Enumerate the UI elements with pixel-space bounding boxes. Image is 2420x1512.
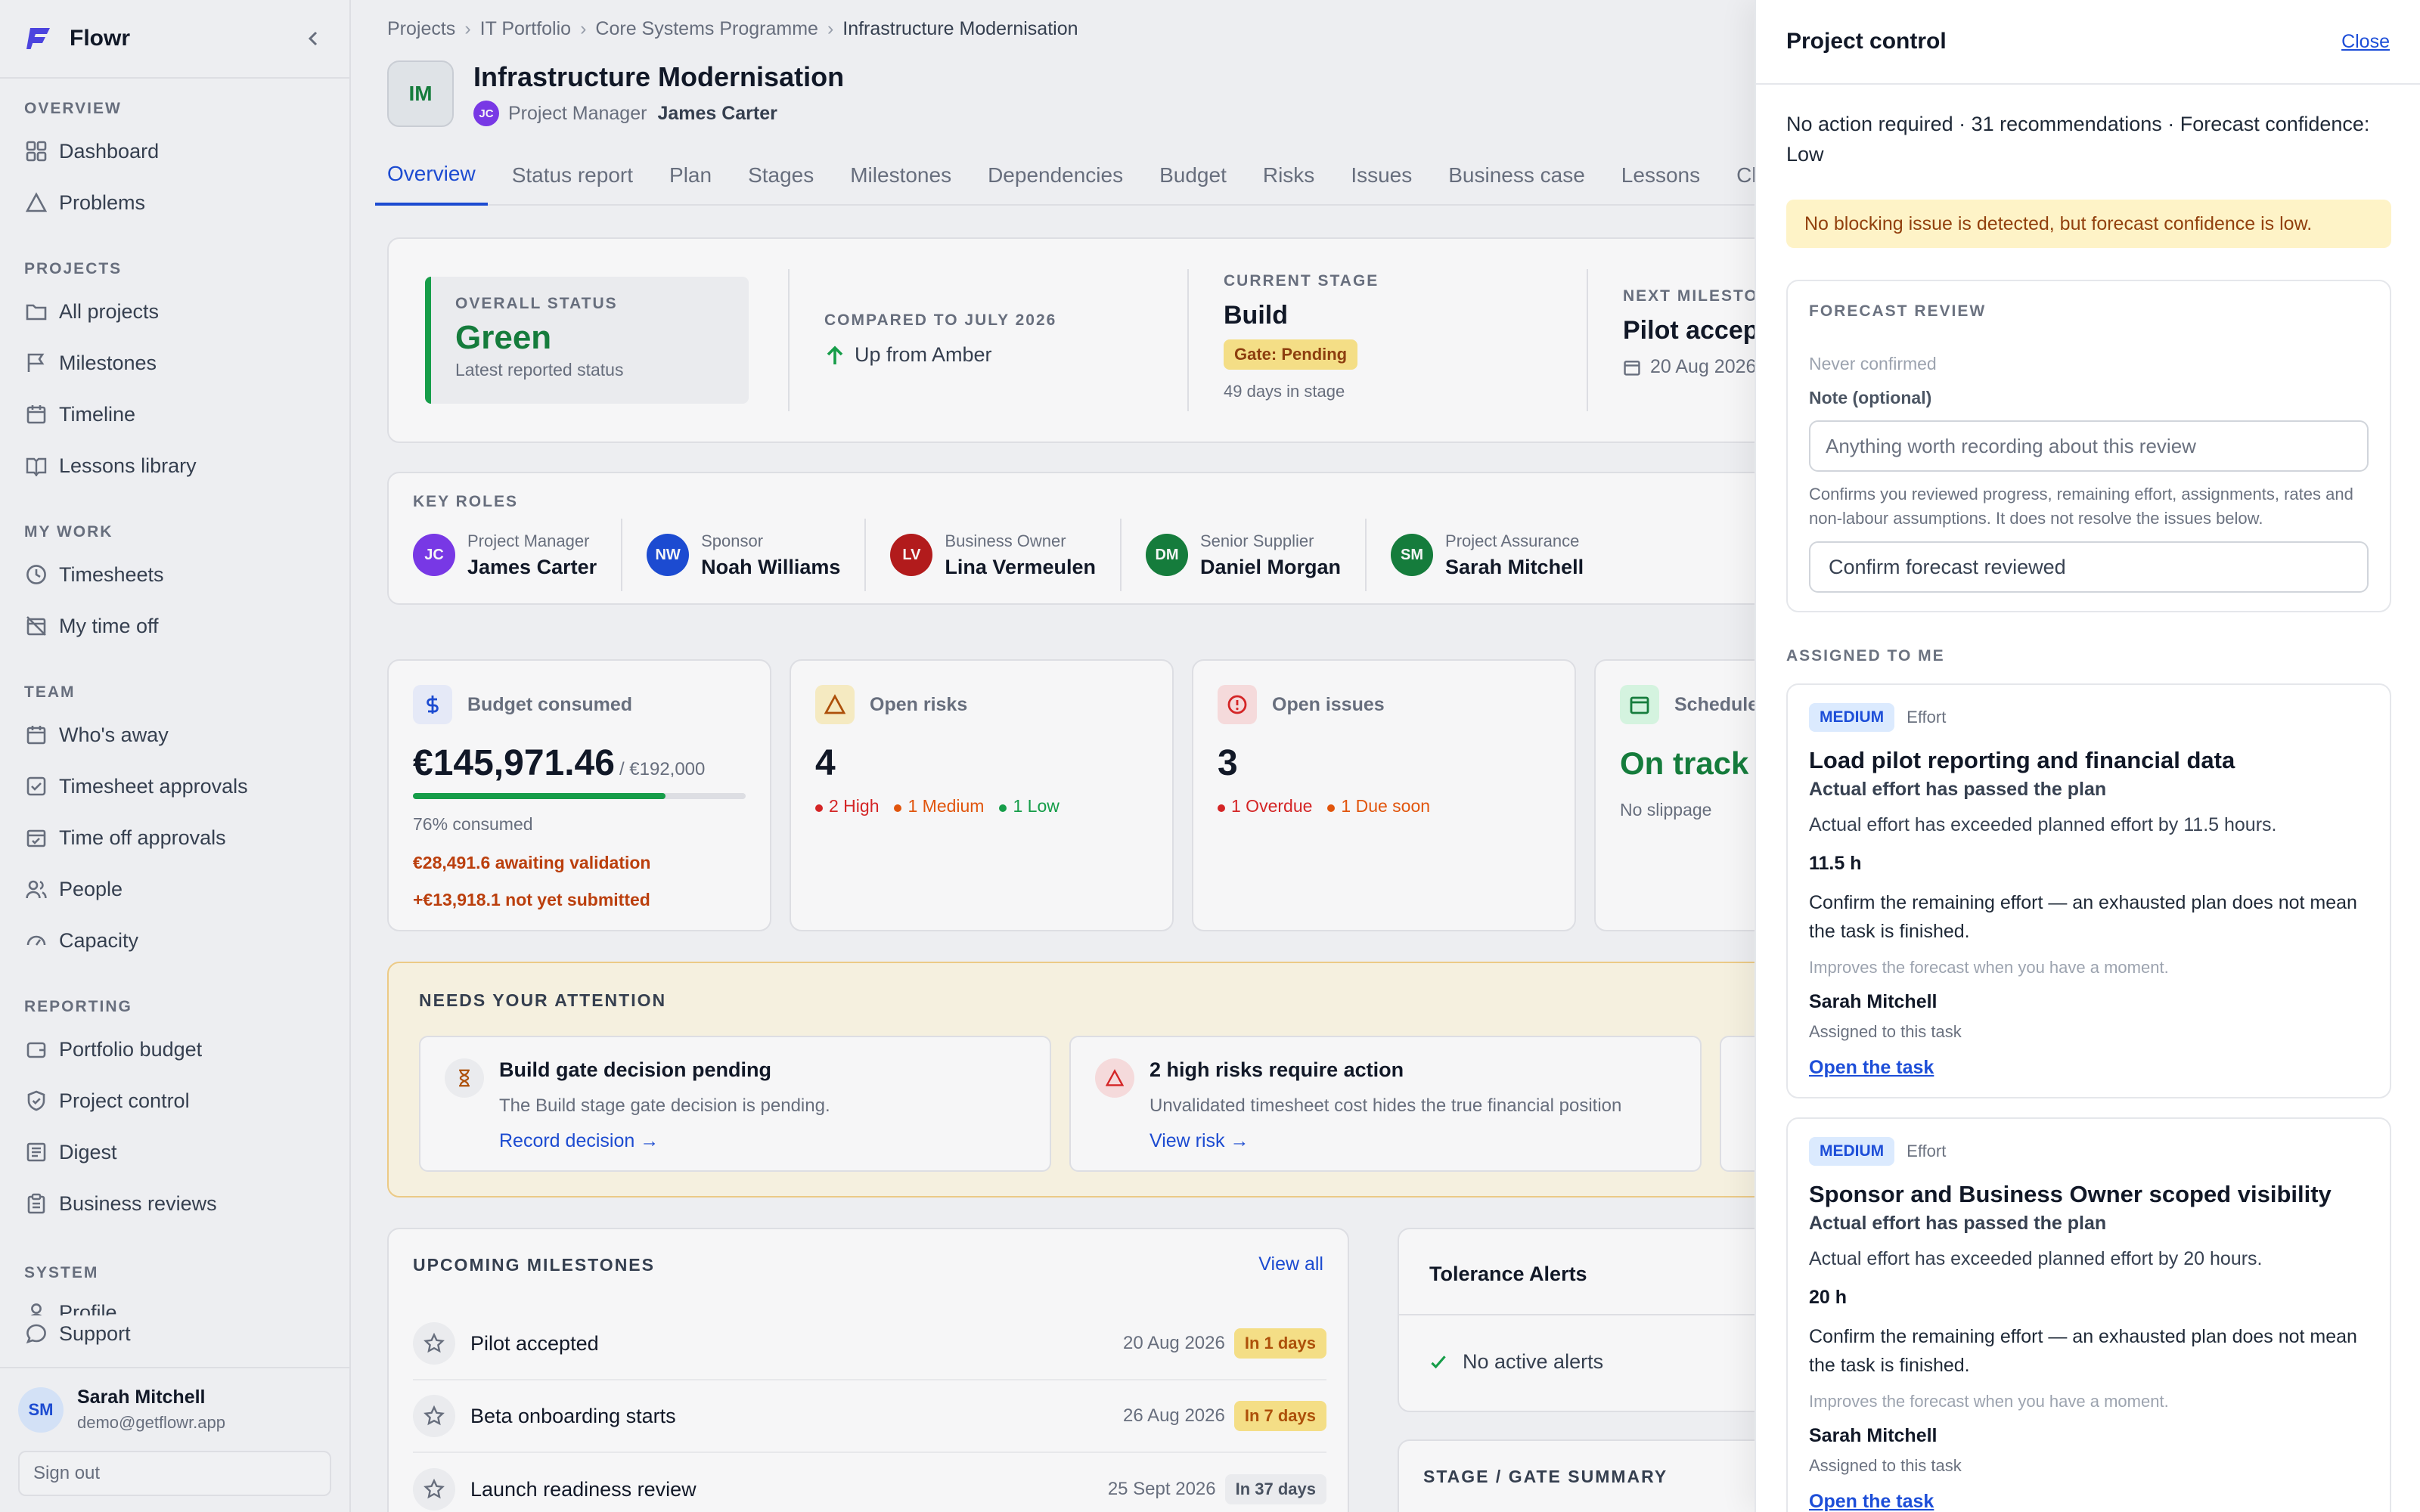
panel-summary: No action required · 31 recommendations … <box>1786 113 2370 166</box>
task-subtitle: Actual effort has passed the plan <box>1809 1213 2107 1234</box>
forecast-review-card: FORECAST REVIEW Never confirmed Note (op… <box>1786 280 2391 612</box>
task-assignee: Sarah Mitchell <box>1809 991 1938 1012</box>
panel-title: Project control <box>1786 29 1947 54</box>
forecast-confirmed-state: Never confirmed <box>1809 354 1937 373</box>
task-assignee-sub: Assigned to this task <box>1809 1022 1962 1041</box>
task-title: Load pilot reporting and financial data <box>1809 747 2235 773</box>
task-instruction: Confirm the remaining effort — an exhaus… <box>1809 1326 2357 1376</box>
task-description: Actual effort has exceeded planned effor… <box>1809 1248 2263 1269</box>
task-hint: Improves the forecast when you have a mo… <box>1809 1392 2169 1411</box>
open-task-link[interactable]: Open the task <box>1809 1491 2369 1512</box>
note-label: Note (optional) <box>1809 388 1932 407</box>
task-title: Sponsor and Business Owner scoped visibi… <box>1809 1181 2332 1207</box>
project-control-panel: Project control Close No action required… <box>1754 0 2420 1512</box>
task-instruction: Confirm the remaining effort — an exhaus… <box>1809 892 2357 942</box>
task-category: Effort <box>1907 1142 1947 1160</box>
confirm-forecast-button[interactable]: Confirm forecast reviewed <box>1809 541 2369 593</box>
severity-badge: MEDIUM <box>1809 1137 1895 1166</box>
forecast-review-title: FORECAST REVIEW <box>1809 302 1987 320</box>
panel-backdrop[interactable] <box>0 0 1754 1512</box>
note-input[interactable]: Anything worth recording about this revi… <box>1809 420 2369 472</box>
task-assignee: Sarah Mitchell <box>1809 1425 1938 1446</box>
task-card: MEDIUM Effort Load pilot reporting and f… <box>1786 683 2391 1098</box>
open-task-link[interactable]: Open the task <box>1809 1057 2369 1079</box>
panel-header: Project control Close <box>1756 0 2420 85</box>
task-assignee-sub: Assigned to this task <box>1809 1456 1962 1475</box>
forecast-warning-banner: No blocking issue is detected, but forec… <box>1786 200 2391 248</box>
task-subtitle: Actual effort has passed the plan <box>1809 779 2107 800</box>
task-hours: 20 h <box>1809 1287 1848 1308</box>
task-hours: 11.5 h <box>1809 853 1862 874</box>
severity-badge: MEDIUM <box>1809 703 1895 732</box>
task-hint: Improves the forecast when you have a mo… <box>1809 958 2169 977</box>
assigned-title: ASSIGNED TO ME <box>1786 647 1945 665</box>
task-card: MEDIUM Effort Sponsor and Business Owner… <box>1786 1117 2391 1512</box>
close-panel-button[interactable]: Close <box>2341 31 2390 53</box>
forecast-help-text: Confirms you reviewed progress, remainin… <box>1809 485 2353 528</box>
task-category: Effort <box>1907 708 1947 727</box>
task-description: Actual effort has exceeded planned effor… <box>1809 814 2277 835</box>
